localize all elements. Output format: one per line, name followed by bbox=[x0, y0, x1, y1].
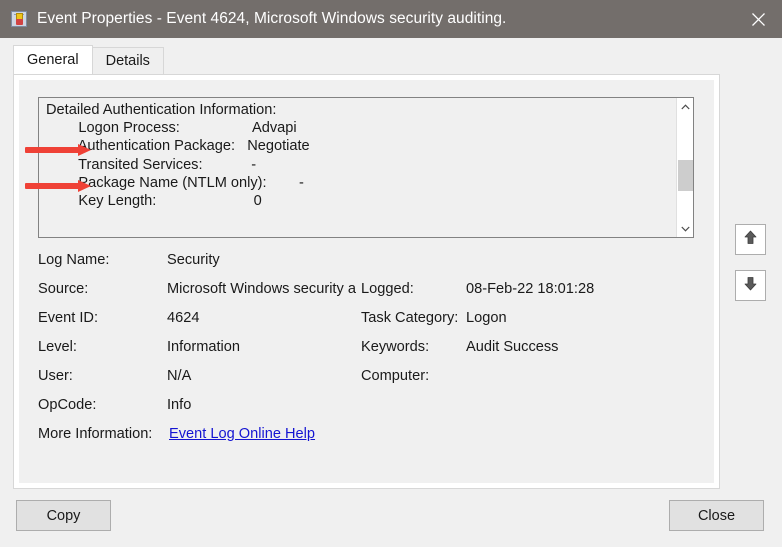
window-title: Event Properties - Event 4624, Microsoft… bbox=[37, 10, 506, 28]
event-log-online-help-link[interactable]: Event Log Online Help bbox=[169, 426, 315, 442]
keywords-value: Audit Success bbox=[466, 339, 558, 355]
arrow-up-icon bbox=[742, 229, 759, 251]
previous-event-button[interactable] bbox=[735, 224, 766, 255]
general-tab-page: Detailed Authentication Information: Log… bbox=[13, 74, 720, 489]
close-button-label: Close bbox=[698, 508, 735, 524]
computer-label: Computer: bbox=[361, 368, 429, 384]
scroll-up-icon[interactable] bbox=[677, 98, 694, 115]
tab-general-label: General bbox=[27, 52, 79, 68]
task-category-label: Task Category: bbox=[361, 310, 458, 326]
event-id-label: Event ID: bbox=[38, 310, 98, 326]
tab-details[interactable]: Details bbox=[92, 47, 164, 74]
opcode-value: Info bbox=[167, 397, 191, 413]
opcode-label: OpCode: bbox=[38, 397, 96, 413]
copy-button[interactable]: Copy bbox=[16, 500, 111, 531]
log-name-label: Log Name: bbox=[38, 252, 109, 268]
close-button[interactable]: Close bbox=[669, 500, 764, 531]
event-log-icon bbox=[11, 11, 27, 27]
scrollbar-thumb[interactable] bbox=[678, 160, 693, 191]
window-titlebar: Event Properties - Event 4624, Microsoft… bbox=[0, 0, 782, 38]
more-info-label: More Information: bbox=[38, 426, 152, 442]
copy-button-label: Copy bbox=[47, 508, 81, 524]
user-value: N/A bbox=[167, 368, 191, 384]
tab-general[interactable]: General bbox=[13, 45, 93, 74]
event-id-value: 4624 bbox=[167, 310, 199, 326]
user-label: User: bbox=[38, 368, 73, 384]
task-category-value: Logon bbox=[466, 310, 507, 326]
level-label: Level: bbox=[38, 339, 77, 355]
general-tab-inner: Detailed Authentication Information: Log… bbox=[19, 80, 714, 483]
scroll-down-icon[interactable] bbox=[677, 220, 694, 237]
tab-strip: General Details bbox=[13, 46, 164, 74]
level-value: Information bbox=[167, 339, 240, 355]
next-event-button[interactable] bbox=[735, 270, 766, 301]
keywords-label: Keywords: bbox=[361, 339, 429, 355]
event-description-scrollbar[interactable] bbox=[676, 98, 693, 237]
close-window-button[interactable] bbox=[735, 0, 782, 38]
event-description-textbox[interactable]: Detailed Authentication Information: Log… bbox=[38, 97, 694, 238]
logged-value: 08-Feb-22 18:01:28 bbox=[466, 281, 594, 297]
source-value: Microsoft Windows security a bbox=[167, 281, 361, 297]
logged-label: Logged: bbox=[361, 281, 414, 297]
event-description-text: Detailed Authentication Information: Log… bbox=[46, 101, 310, 210]
source-label: Source: bbox=[38, 281, 88, 297]
tab-details-label: Details bbox=[106, 53, 150, 69]
arrow-down-icon bbox=[742, 275, 759, 297]
log-name-value: Security bbox=[167, 252, 220, 268]
